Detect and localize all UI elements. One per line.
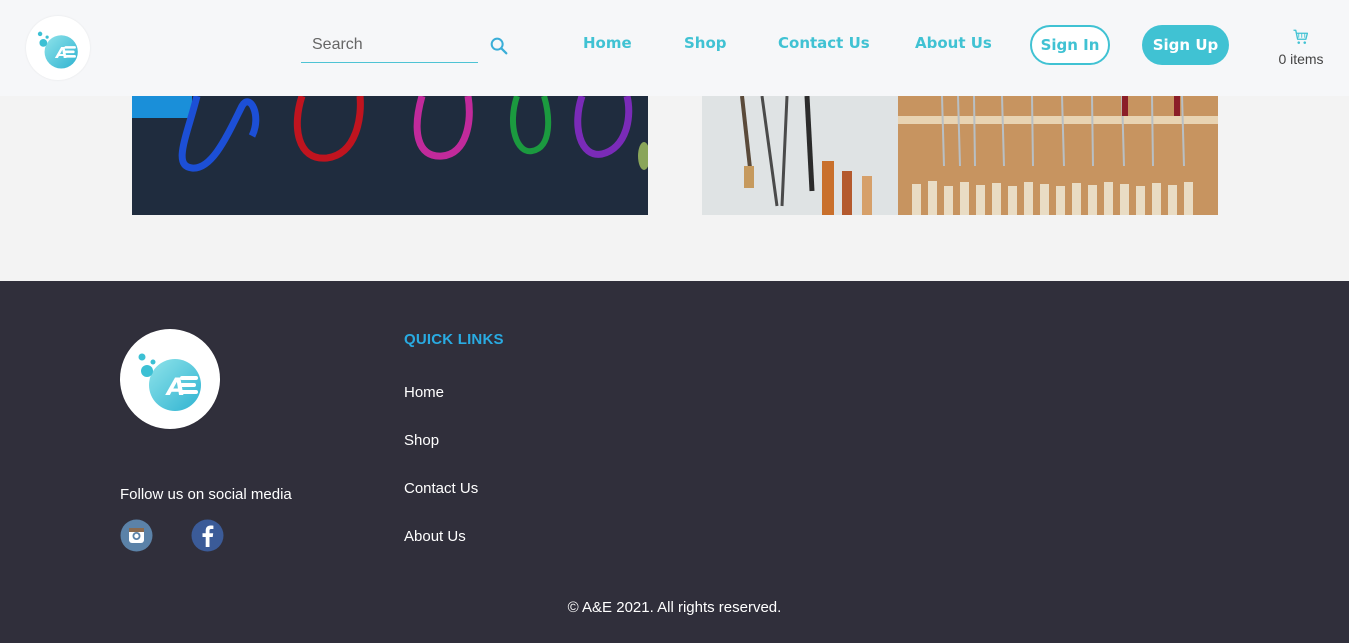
nav-shop-link[interactable]: Shop (684, 34, 727, 52)
search-input[interactable] (301, 28, 478, 63)
instagram-icon[interactable] (120, 519, 153, 552)
footer-link-about[interactable]: About Us (404, 528, 466, 545)
nav-contact-link[interactable]: Contact Us (778, 34, 870, 52)
nav-home-link[interactable]: Home (583, 34, 632, 52)
sign-in-button[interactable]: Sign In (1030, 25, 1110, 65)
site-header: A Home Shop Contact Us About Us Sign In … (0, 0, 1349, 96)
cart-item-count: 0 items (1278, 51, 1324, 67)
quick-links-title: QUICK LINKS (404, 331, 504, 348)
search-icon[interactable] (488, 35, 510, 57)
site-footer: A Follow us on social media QUICK LINKS … (0, 281, 1349, 643)
footer-link-home[interactable]: Home (404, 384, 444, 401)
cart-button[interactable]: 0 items (1270, 28, 1332, 72)
ae-logo-icon[interactable]: A (26, 16, 90, 80)
sign-up-button[interactable]: Sign Up (1142, 25, 1229, 65)
ribbons-image[interactable] (132, 96, 648, 215)
follow-social-text: Follow us on social media (120, 486, 292, 503)
footer-link-shop[interactable]: Shop (404, 432, 439, 449)
nav-about-link[interactable]: About Us (915, 34, 992, 52)
copyright-text: © A&E 2021. All rights reserved. (567, 599, 782, 616)
tools-image[interactable] (702, 96, 1218, 215)
facebook-icon[interactable] (191, 519, 224, 552)
cart-icon (1293, 29, 1309, 44)
footer-link-contact[interactable]: Contact Us (404, 480, 478, 497)
ae-logo-icon[interactable]: A (120, 329, 220, 429)
